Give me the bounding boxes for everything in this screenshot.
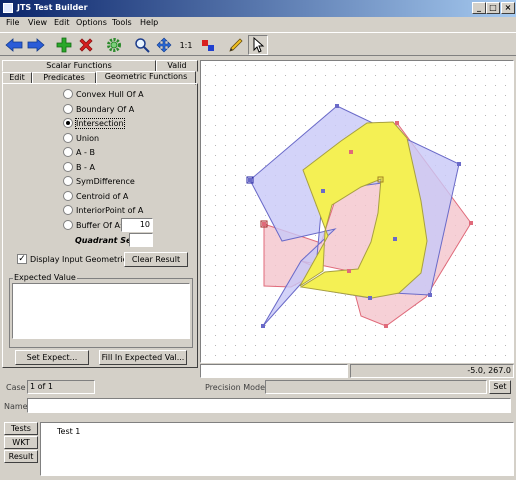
coordinate-display: -5.0, 267.0 bbox=[350, 364, 514, 378]
expected-value-label: Expected Value bbox=[13, 273, 77, 282]
delete-icon[interactable] bbox=[76, 35, 96, 55]
option-intersection[interactable]: Intersection bbox=[63, 117, 125, 129]
option-union[interactable]: Union bbox=[63, 132, 99, 144]
menu-bar: File View Edit Options Tools Help bbox=[0, 17, 516, 31]
one-to-one-icon[interactable]: 1:1 bbox=[176, 35, 196, 55]
clear-result-button[interactable]: Clear Result bbox=[124, 252, 188, 267]
canvas-status: -5.0, 267.0 bbox=[200, 364, 514, 378]
radio-icon[interactable] bbox=[63, 205, 73, 215]
buffer-distance-input[interactable]: 10 bbox=[121, 218, 153, 232]
precision-model-label: Precision Model bbox=[205, 383, 268, 392]
radio-icon[interactable] bbox=[63, 89, 73, 99]
option-centroid[interactable]: Centroid of A bbox=[63, 190, 128, 202]
name-input[interactable] bbox=[27, 398, 511, 413]
pencil-icon[interactable] bbox=[226, 35, 246, 55]
checkmark-icon[interactable]: ✓ bbox=[17, 254, 27, 264]
option-interior-point[interactable]: InteriorPoint of A bbox=[63, 204, 143, 216]
radio-icon[interactable] bbox=[63, 162, 73, 172]
radio-icon[interactable] bbox=[63, 147, 73, 157]
tab-tests[interactable]: Tests bbox=[4, 422, 38, 435]
test-list[interactable]: Test 1 bbox=[40, 422, 514, 476]
option-boundary[interactable]: Boundary Of A bbox=[63, 103, 134, 115]
option-symdifference[interactable]: SymDifference bbox=[63, 175, 135, 187]
radio-icon[interactable] bbox=[63, 191, 73, 201]
name-label: Name bbox=[4, 402, 28, 411]
geometry-drawing[interactable] bbox=[201, 61, 513, 362]
menu-tools[interactable]: Tools bbox=[112, 18, 132, 27]
option-convex-hull[interactable]: Convex Hull Of A bbox=[63, 88, 144, 100]
toolbar: 1:1 bbox=[0, 32, 516, 56]
option-b-minus-a[interactable]: B - A bbox=[63, 161, 95, 173]
title-bar[interactable]: JTS Test Builder _ □ × bbox=[0, 0, 516, 17]
expected-value-group: Expected Value bbox=[9, 273, 193, 348]
zoom-icon[interactable] bbox=[132, 35, 152, 55]
quadrant-segs-input[interactable] bbox=[129, 233, 153, 247]
pointer-icon[interactable] bbox=[248, 35, 268, 55]
add-icon[interactable] bbox=[54, 35, 74, 55]
app-icon bbox=[3, 3, 13, 13]
arrow-left-icon[interactable] bbox=[4, 35, 24, 55]
display-input-checkbox[interactable]: ✓ Display Input Geometries bbox=[17, 254, 132, 264]
option-buffer[interactable]: Buffer Of A: bbox=[63, 219, 123, 231]
close-button[interactable]: × bbox=[501, 2, 515, 14]
precision-model-field bbox=[265, 380, 487, 394]
menu-file[interactable]: File bbox=[6, 18, 19, 27]
radio-icon[interactable] bbox=[63, 133, 73, 143]
menu-options[interactable]: Options bbox=[76, 18, 107, 27]
test-panel: Tests WKT Result Test 1 bbox=[4, 422, 514, 478]
window-title: JTS Test Builder bbox=[17, 3, 88, 12]
set-precision-button[interactable]: Set bbox=[489, 380, 511, 394]
gear-icon[interactable] bbox=[104, 35, 124, 55]
maximize-button[interactable]: □ bbox=[486, 2, 500, 14]
menu-edit[interactable]: Edit bbox=[54, 18, 70, 27]
case-label: Case bbox=[6, 383, 26, 392]
set-expected-button[interactable]: Set Expect... bbox=[15, 350, 89, 365]
case-field: 1 of 1 bbox=[27, 380, 95, 394]
menu-view[interactable]: View bbox=[28, 18, 47, 27]
color-icon[interactable] bbox=[198, 35, 218, 55]
tab-result[interactable]: Result bbox=[4, 450, 38, 463]
minimize-button[interactable]: _ bbox=[472, 2, 486, 14]
radio-icon[interactable] bbox=[63, 104, 73, 114]
list-item[interactable]: Test 1 bbox=[57, 427, 80, 436]
arrow-right-icon[interactable] bbox=[26, 35, 46, 55]
radio-icon[interactable] bbox=[63, 176, 73, 186]
menu-help[interactable]: Help bbox=[140, 18, 158, 27]
geometric-functions-panel: Convex Hull Of A Boundary Of A Intersect… bbox=[2, 83, 198, 368]
radio-selected-icon[interactable] bbox=[63, 118, 73, 128]
option-a-minus-b[interactable]: A - B bbox=[63, 146, 95, 158]
status-field bbox=[200, 364, 348, 378]
expected-value-textarea[interactable] bbox=[12, 283, 190, 339]
fill-expected-button[interactable]: Fill In Expected Val... bbox=[99, 350, 187, 365]
geometry-canvas[interactable] bbox=[200, 60, 514, 363]
tab-wkt[interactable]: WKT bbox=[4, 436, 38, 449]
pan-icon[interactable] bbox=[154, 35, 174, 55]
radio-icon[interactable] bbox=[63, 220, 73, 230]
app-window: JTS Test Builder _ □ × File View Edit Op… bbox=[0, 0, 516, 480]
